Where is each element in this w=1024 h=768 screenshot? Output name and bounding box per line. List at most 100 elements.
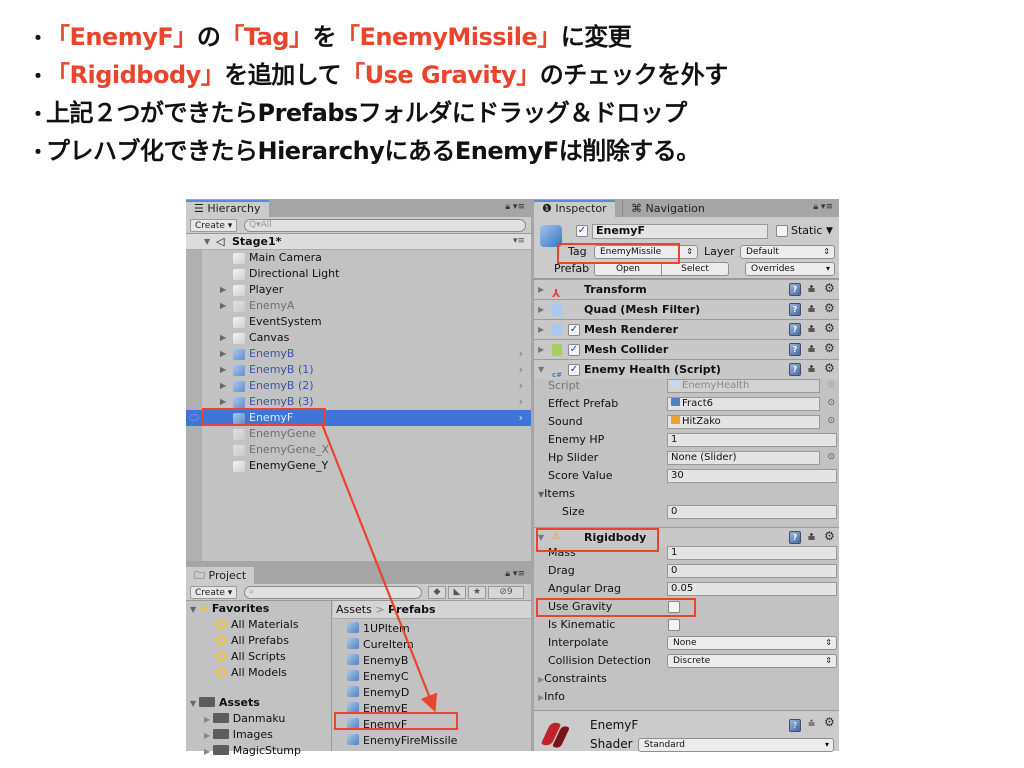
prefab-open-button[interactable]: Open <box>594 262 662 276</box>
prop-info[interactable]: ▶Info <box>534 688 839 706</box>
expand-arrow-icon[interactable]: ▶ <box>220 394 226 410</box>
assets-row[interactable]: ▼ Assets <box>190 695 260 711</box>
expand-arrow-icon[interactable]: ▶ <box>204 731 213 740</box>
drag-input[interactable]: 0 <box>667 564 837 578</box>
expand-arrow-icon[interactable]: ▶ <box>220 298 226 314</box>
filter-label-icon[interactable]: ◣ <box>448 586 466 599</box>
project-search-input[interactable]: ⌕ <box>244 586 422 599</box>
gear-icon[interactable]: ⚙ <box>824 299 835 318</box>
static-dropdown-arrow-icon[interactable]: ▼ <box>826 224 833 238</box>
scene-menu-icon[interactable]: ▾≡ <box>513 234 525 249</box>
active-checkbox[interactable]: ✓ <box>576 225 588 237</box>
gear-icon[interactable]: ⚙ <box>824 359 835 378</box>
eye-icon[interactable] <box>189 414 199 421</box>
preset-sliders-icon[interactable]: ⩮ <box>808 280 815 299</box>
prefab-item[interactable]: EnemyC <box>347 669 409 685</box>
hierarchy-item[interactable]: ▶ EnemyB (1) › <box>186 362 531 378</box>
asset-folder-item[interactable]: ▶ Danmaku <box>204 711 285 727</box>
expand-arrow-icon[interactable]: ▶ <box>220 346 226 362</box>
lock-menu-icon[interactable]: 🔒︎ ▾≡ <box>505 202 525 212</box>
expand-arrow-icon[interactable]: ▼ <box>190 699 199 708</box>
expand-arrow-icon[interactable]: ▶ <box>538 280 544 299</box>
preset-sliders-icon[interactable]: ⩮ <box>808 320 815 339</box>
preset-sliders-icon[interactable]: ⩮ <box>808 300 815 319</box>
hidden-packages-button[interactable]: ⊘9 <box>488 586 524 599</box>
component-enabled-checkbox[interactable]: ✓ <box>568 344 580 356</box>
prop-items[interactable]: ▼Items <box>534 485 839 503</box>
effect-prefab-field[interactable]: Fract6 <box>667 397 820 411</box>
hierarchy-item[interactable]: ▶ Canvas <box>186 330 531 346</box>
help-book-icon[interactable]: ? <box>789 303 801 316</box>
create-button[interactable]: Create ▾ <box>190 219 238 232</box>
collision-detection-dropdown[interactable]: Discrete ⇕ <box>667 654 837 668</box>
object-picker-icon[interactable]: ⊙ <box>827 398 835 408</box>
create-button[interactable]: Create ▾ <box>190 586 238 599</box>
expand-arrow-icon[interactable]: ▶ <box>220 330 226 346</box>
object-picker-icon[interactable]: ⊙ <box>827 416 835 426</box>
prefab-item[interactable]: CureItem <box>347 637 414 653</box>
is-kinematic-checkbox[interactable] <box>668 619 680 631</box>
lock-menu-icon[interactable]: 🔒︎ ▾≡ <box>813 202 833 212</box>
object-picker-icon[interactable]: ⊙ <box>827 380 835 390</box>
component-header[interactable]: ▼ c# ✓ Enemy Health (Script)? ⩮ ⚙ <box>534 359 839 379</box>
prop-constraints[interactable]: ▶Constraints <box>534 670 839 688</box>
filter-type-icon[interactable]: ◆ <box>428 586 446 599</box>
favorite-item[interactable]: All Prefabs <box>216 633 289 649</box>
favorite-item[interactable]: All Materials <box>216 617 299 633</box>
favorite-star-icon[interactable]: ★ <box>468 586 486 599</box>
breadcrumb-prefabs[interactable]: Prefabs <box>388 603 436 616</box>
chevron-right-icon[interactable]: › <box>519 362 523 378</box>
hp-slider-field[interactable]: None (Slider) <box>667 451 820 465</box>
lock-menu-icon[interactable]: 🔒︎ ▾≡ <box>505 569 525 579</box>
hierarchy-item[interactable]: EnemyGene <box>186 426 531 442</box>
gear-icon[interactable]: ⚙ <box>824 339 835 358</box>
component-header[interactable]: ▶ Quad (Mesh Filter)? ⩮ ⚙ <box>534 299 839 319</box>
hierarchy-item[interactable]: ▶ Player <box>186 282 531 298</box>
prefab-item[interactable]: 1UPItem <box>347 621 410 637</box>
help-book-icon[interactable]: ? <box>789 531 801 544</box>
expand-arrow-icon[interactable]: ▶ <box>220 378 226 394</box>
hierarchy-item[interactable]: ▶ EnemyB (2) › <box>186 378 531 394</box>
expand-arrow-icon[interactable]: ▶ <box>538 300 544 319</box>
items-foldout[interactable]: ▼Items <box>538 487 575 500</box>
asset-folder-item[interactable]: ▶ MagicStump <box>204 743 301 759</box>
enemy-hp-input[interactable]: 1 <box>667 433 837 447</box>
expand-arrow-icon[interactable]: ▶ <box>204 715 213 724</box>
hierarchy-search-input[interactable]: Q▾All <box>244 219 526 232</box>
constraints-foldout[interactable]: ▶Constraints <box>538 672 607 685</box>
hierarchy-item[interactable]: Main Camera <box>186 250 531 266</box>
component-enabled-checkbox[interactable]: ✓ <box>568 364 580 376</box>
chevron-right-icon[interactable]: › <box>519 378 523 394</box>
hierarchy-item[interactable]: EnemyF › <box>186 410 531 426</box>
chevron-right-icon[interactable]: › <box>519 394 523 410</box>
tab-project[interactable]: 🗀 Project <box>186 567 255 584</box>
help-book-icon[interactable]: ? <box>789 343 801 356</box>
chevron-right-icon[interactable]: › <box>519 410 523 426</box>
asset-folder-item[interactable]: ▶ Images <box>204 727 273 743</box>
expand-arrow-icon[interactable]: ▼ <box>204 234 210 249</box>
favorites-row[interactable]: ▼ ★ Favorites <box>190 601 269 617</box>
component-header[interactable]: ▶ ✓ Mesh Renderer? ⩮ ⚙ <box>534 319 839 339</box>
tab-hierarchy[interactable]: ☰ Hierarchy <box>186 200 269 217</box>
sound-field[interactable]: HitZako <box>667 415 820 429</box>
prefab-item[interactable]: EnemyFireMissile <box>347 733 457 749</box>
score-value-input[interactable]: 30 <box>667 469 837 483</box>
prefab-item[interactable]: EnemyD <box>347 685 409 701</box>
help-book-icon[interactable]: ? <box>789 283 801 296</box>
help-book-icon[interactable]: ? <box>789 363 801 376</box>
layer-dropdown[interactable]: Default ⇕ <box>740 245 835 259</box>
gear-icon[interactable]: ⚙ <box>824 279 835 298</box>
favorite-item[interactable]: All Models <box>216 665 287 681</box>
overrides-dropdown[interactable]: Overrides ▾ <box>745 262 835 276</box>
breadcrumb-assets[interactable]: Assets <box>336 603 372 616</box>
info-foldout[interactable]: ▶Info <box>538 690 565 703</box>
prefab-item[interactable]: EnemyF <box>347 717 407 733</box>
gear-icon[interactable]: ⚙ <box>824 319 835 338</box>
expand-arrow-icon[interactable]: ▶ <box>220 282 226 298</box>
help-book-icon[interactable]: ? <box>789 323 801 336</box>
size-input[interactable]: 0 <box>667 505 837 519</box>
tag-dropdown[interactable]: EnemyMissile ⇕ <box>594 245 698 259</box>
tab-navigation[interactable]: ⌘ Navigation <box>622 200 713 217</box>
expand-arrow-icon[interactable]: ▶ <box>220 362 226 378</box>
prefab-item[interactable]: EnemyB <box>347 653 408 669</box>
